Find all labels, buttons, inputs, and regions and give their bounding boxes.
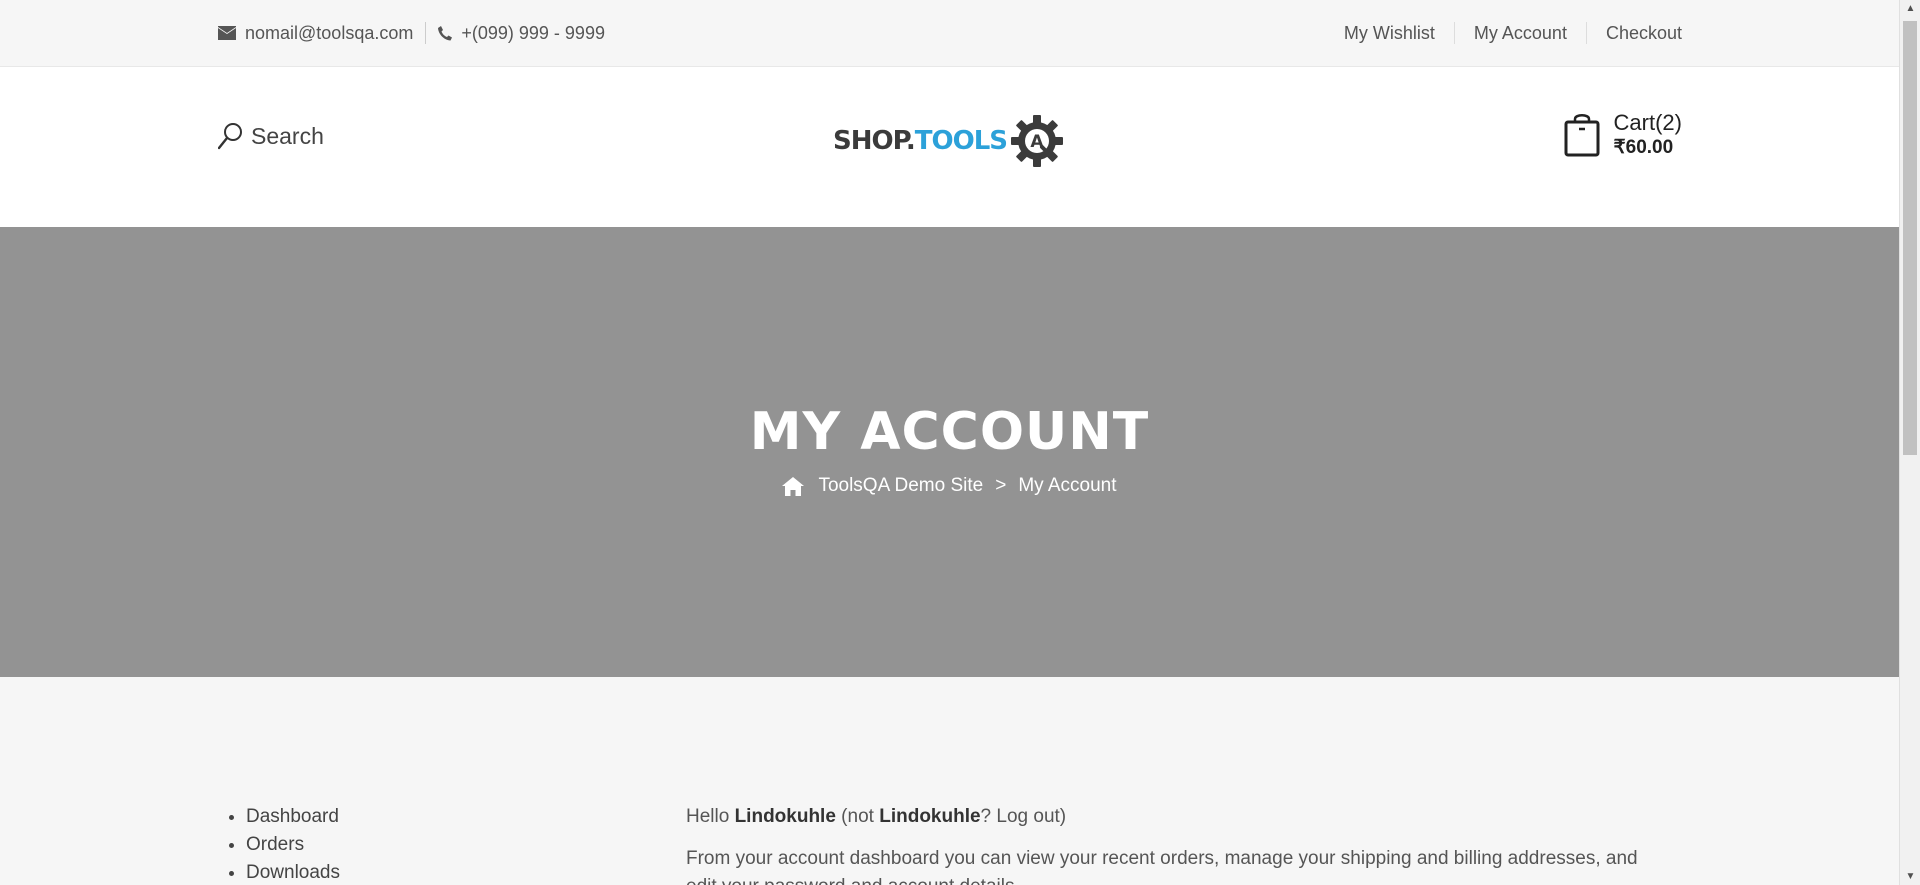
gear-logo-icon: A <box>1010 115 1063 167</box>
divider <box>1585 22 1587 44</box>
account-nav-dashboard[interactable]: Dashboard <box>246 803 340 831</box>
breadcrumb-home-link[interactable]: ToolsQA Demo Site <box>818 475 983 497</box>
site-logo[interactable]: SHOP. TOOLS A <box>833 113 1065 169</box>
site-header: Search SHOP. TOOLS A Cart(2) ₹60.00 <box>0 67 1899 227</box>
search-icon <box>218 123 242 150</box>
breadcrumb-separator: > <box>995 475 1007 496</box>
cart-widget[interactable]: Cart(2) ₹60.00 <box>1564 112 1682 157</box>
page-scrollbar[interactable]: ▲ ▼ <box>1899 0 1920 885</box>
phone-contact[interactable]: +(099) 999 - 9999 <box>438 23 605 44</box>
email-text: nomail@toolsqa.com <box>245 22 414 43</box>
greeting-username-2: Lindokuhle <box>879 806 981 827</box>
greeting-hello: Hello <box>686 806 735 827</box>
greeting-not: (not <box>835 806 880 827</box>
account-nav-downloads[interactable]: Downloads <box>246 859 340 885</box>
wishlist-link[interactable]: My Wishlist <box>1344 23 1435 44</box>
email-contact[interactable]: nomail@toolsqa.com <box>218 23 413 44</box>
dashboard-description: From your account dashboard you can view… <box>686 848 1638 885</box>
cart-info: Cart(2) ₹60.00 <box>1613 110 1682 158</box>
account-navigation: Dashboard Orders Downloads <box>246 803 340 885</box>
search-label: Search <box>251 122 324 149</box>
cart-amount: ₹60.00 <box>1613 137 1674 158</box>
home-icon[interactable] <box>782 476 805 496</box>
greeting: Hello Lindokuhle (not Lindokuhle? Log ou… <box>686 803 1666 831</box>
my-account-link[interactable]: My Account <box>1474 23 1567 44</box>
shopping-bag-icon <box>1564 114 1600 157</box>
logo-text-tools: TOOLS <box>914 126 1008 156</box>
scroll-down-arrow-icon[interactable]: ▼ <box>1900 868 1920 885</box>
search-toggle[interactable]: Search <box>218 122 324 150</box>
top-bar: nomail@toolsqa.com +(099) 999 - 9999 My … <box>0 0 1899 67</box>
divider <box>425 22 427 44</box>
dashboard-panel: Hello Lindokuhle (not Lindokuhle? Log ou… <box>686 803 1666 885</box>
account-nav-orders[interactable]: Orders <box>246 831 340 859</box>
phone-icon <box>438 25 453 40</box>
checkout-link[interactable]: Checkout <box>1606 23 1682 44</box>
scrollbar-thumb[interactable] <box>1903 21 1917 455</box>
breadcrumb-current: My Account <box>1018 475 1117 496</box>
top-links: My Wishlist My Account Checkout <box>1344 22 1682 44</box>
cart-label: Cart(2) <box>1613 110 1682 135</box>
logo-text-shop: SHOP. <box>833 126 916 156</box>
account-content: Dashboard Orders Downloads Hello Lindoku… <box>0 677 1899 885</box>
phone-text: +(099) 999 - 9999 <box>461 22 605 43</box>
page-banner: MY ACCOUNT ToolsQA Demo Site > My Accoun… <box>0 227 1899 677</box>
divider <box>1453 22 1455 44</box>
scroll-up-arrow-icon[interactable]: ▲ <box>1900 0 1920 17</box>
breadcrumb: ToolsQA Demo Site > My Account <box>0 475 1899 497</box>
logout-link[interactable]: ? Log out) <box>981 806 1067 827</box>
page-title: MY ACCOUNT <box>749 402 1150 462</box>
contact-info: nomail@toolsqa.com +(099) 999 - 9999 <box>218 22 605 44</box>
greeting-username: Lindokuhle <box>734 806 836 827</box>
envelope-icon <box>218 26 236 40</box>
